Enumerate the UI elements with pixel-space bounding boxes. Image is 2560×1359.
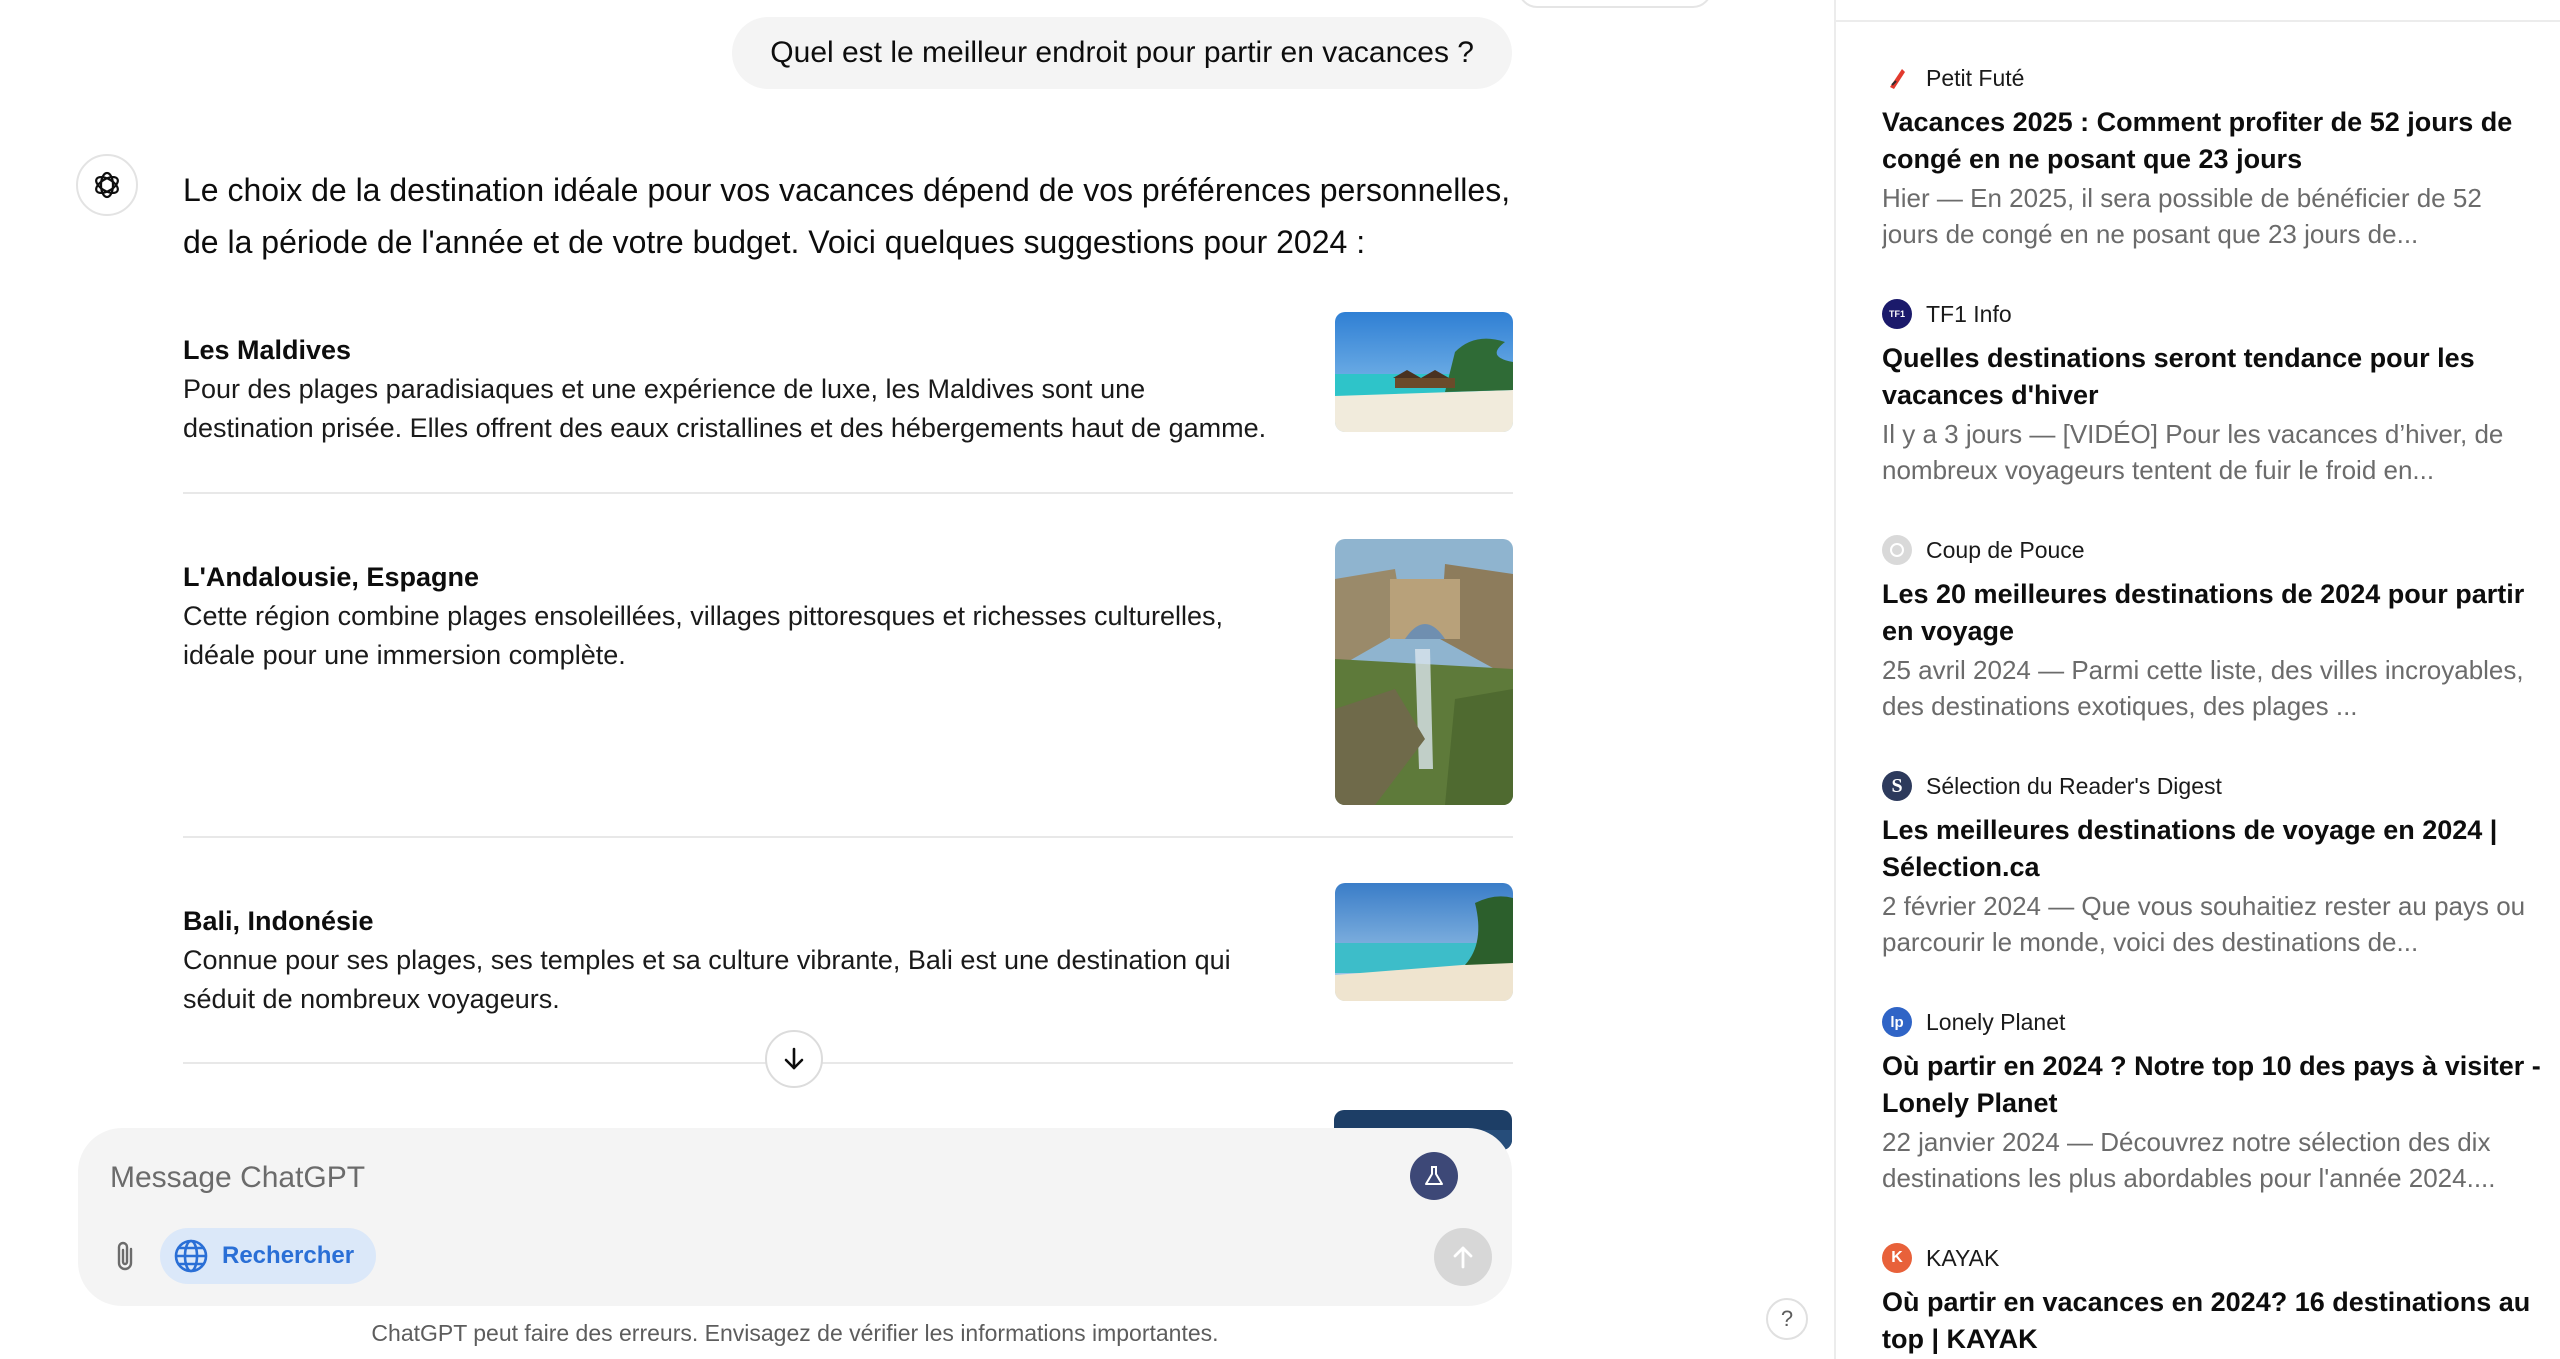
source-title: Où partir en vacances en 2024? 16 destin… <box>1882 1287 2531 1354</box>
source-card[interactable]: S Sélection du Reader's Digest Les meill… <box>1882 768 2542 960</box>
source-site-name: Coup de Pouce <box>1926 536 2085 563</box>
lonely-planet-icon: lp <box>1882 1007 1912 1037</box>
readers-digest-icon: S <box>1882 771 1912 801</box>
disclaimer-text: ChatGPT peut faire des erreurs. Envisage… <box>371 1320 1219 1346</box>
source-snippet: 25 avril 2024 — Parmi cette liste, des v… <box>1882 655 2524 721</box>
destination-item: L'Andalousie, Espagne Cette région combi… <box>183 539 1513 827</box>
petit-fute-icon <box>1882 63 1912 93</box>
scroll-down-button[interactable] <box>765 1030 823 1088</box>
destination-title: Les Maldives <box>183 335 352 365</box>
paperclip-icon[interactable] <box>102 1232 150 1280</box>
source-title: Quelles destinations seront tendance pou… <box>1882 343 2475 410</box>
source-snippet: 22 janvier 2024 — Découvrez notre sélect… <box>1882 1127 2496 1193</box>
sources-panel: Petit Futé Vacances 2025 : Comment profi… <box>1834 0 2560 1359</box>
destination-image[interactable] <box>1335 883 1513 1001</box>
source-site-name: KAYAK <box>1926 1244 2000 1271</box>
chatgpt-logo-icon <box>76 154 138 216</box>
search-toggle-label: Rechercher <box>222 1242 355 1269</box>
chat-main: Quel est le meilleur endroit pour partir… <box>0 0 1834 1359</box>
divider <box>183 836 1513 838</box>
destination-item: Bali, Indonésie Connue pour ses plages, … <box>183 883 1513 1061</box>
source-title: Où partir en 2024 ? Notre top 10 des pay… <box>1882 1051 2541 1118</box>
flask-icon[interactable] <box>1410 1152 1458 1200</box>
destination-description: Connue pour ses plages, ses temples et s… <box>183 945 1231 1014</box>
source-site-name: Lonely Planet <box>1926 1008 2066 1035</box>
divider <box>183 1062 1513 1064</box>
destination-image[interactable] <box>1335 539 1513 805</box>
source-title: Vacances 2025 : Comment profiter de 52 j… <box>1882 107 2513 174</box>
destination-image[interactable] <box>1335 312 1513 432</box>
arrow-down-icon <box>784 1047 804 1070</box>
source-card[interactable]: K KAYAK Où partir en vacances en 2024? 1… <box>1882 1240 2542 1359</box>
help-button[interactable]: ? <box>1766 1298 1808 1340</box>
coup-de-pouce-icon <box>1882 535 1912 565</box>
source-title: Les 20 meilleures destinations de 2024 p… <box>1882 579 2525 646</box>
source-site-name: Sélection du Reader's Digest <box>1926 772 2222 799</box>
send-button[interactable] <box>1434 1228 1492 1286</box>
source-card[interactable]: Petit Futé Vacances 2025 : Comment profi… <box>1882 60 2542 252</box>
destination-title: L'Andalousie, Espagne <box>183 562 479 592</box>
arrow-up-icon <box>1453 1246 1473 1269</box>
source-card[interactable]: Coup de Pouce Les 20 meilleures destinat… <box>1882 532 2542 724</box>
kayak-icon: K <box>1882 1243 1912 1273</box>
divider <box>183 492 1513 494</box>
source-site-name: Petit Futé <box>1926 64 2025 91</box>
user-message-text: Quel est le meilleur endroit pour partir… <box>770 36 1474 69</box>
source-snippet: 2 février 2024 — Que vous souhaitiez res… <box>1882 891 2526 957</box>
source-card[interactable]: TF1 TF1 Info Quelles destinations seront… <box>1882 296 2542 488</box>
source-site-name: TF1 Info <box>1926 300 2012 327</box>
tf1-info-icon: TF1 <box>1882 299 1912 329</box>
assistant-intro: Le choix de la destination idéale pour v… <box>183 172 1511 260</box>
source-snippet: Hier — En 2025, il sera possible de béné… <box>1882 183 2482 249</box>
destination-description: Cette région combine plages ensoleillées… <box>183 601 1224 670</box>
source-snippet: Il y a 3 jours — [VIDÉO] Pour les vacanc… <box>1882 419 2504 485</box>
globe-icon <box>174 1239 208 1273</box>
message-input[interactable] <box>108 1148 1312 1208</box>
top-pill-button[interactable] <box>1518 0 1712 8</box>
panel-divider <box>1836 20 2560 22</box>
user-message-bubble: Quel est le meilleur endroit pour partir… <box>732 17 1512 89</box>
destination-description: Pour des plages paradisiaques et une exp… <box>183 374 1267 443</box>
source-title: Les meilleures destinations de voyage en… <box>1882 815 2498 882</box>
message-composer: Rechercher <box>78 1128 1512 1306</box>
search-toggle-button[interactable]: Rechercher <box>160 1228 377 1284</box>
source-card[interactable]: lp Lonely Planet Où partir en 2024 ? Not… <box>1882 1004 2542 1196</box>
destination-item: Les Maldives Pour des plages paradisiaqu… <box>183 312 1513 490</box>
destination-title: Bali, Indonésie <box>183 906 374 936</box>
